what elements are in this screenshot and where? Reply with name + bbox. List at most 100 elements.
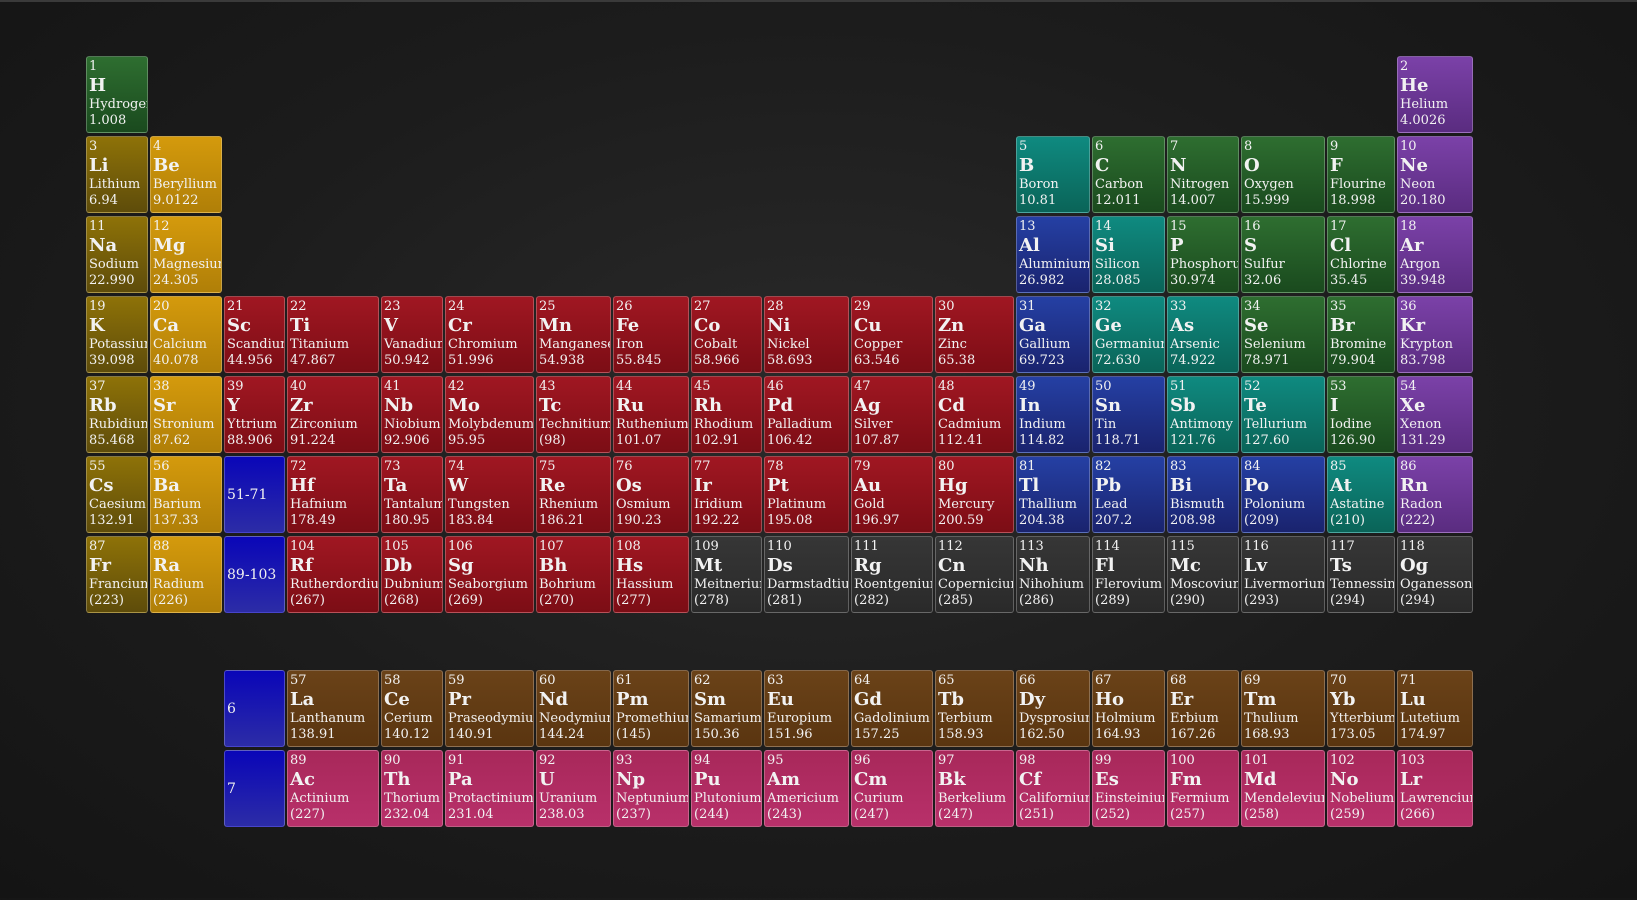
element-boron[interactable]: 5 B Boron 10.81 [1016, 136, 1090, 213]
element-selenium[interactable]: 34 Se Selenium 78.971 [1241, 296, 1325, 373]
element-americium[interactable]: 95 Am Americium (243) [764, 750, 849, 827]
element-plutonium[interactable]: 94 Pu Plutonium (244) [691, 750, 762, 827]
element-nobelium[interactable]: 102 No Nobelium (259) [1327, 750, 1395, 827]
element-arsenic[interactable]: 33 As Arsenic 74.922 [1167, 296, 1239, 373]
element-thallium[interactable]: 81 Tl Thallium 204.38 [1016, 456, 1090, 533]
element-oxygen[interactable]: 8 O Oxygen 15.999 [1241, 136, 1325, 213]
element-phosphorus[interactable]: 15PPhosphorus30.974 [1167, 216, 1239, 293]
element-lead[interactable]: 82 Pb Lead 207.2 [1092, 456, 1165, 533]
element-rutherdordium[interactable]: 104RfRutherdordium(267) [287, 536, 379, 613]
element-seaborgium[interactable]: 106 Sg Seaborgium (269) [445, 536, 534, 613]
element-tungsten[interactable]: 74 W Tungsten 183.84 [445, 456, 534, 533]
element-moscovium[interactable]: 115 Mc Moscovium (290) [1167, 536, 1239, 613]
element-dubnium[interactable]: 105 Db Dubnium (268) [381, 536, 443, 613]
element-lithium[interactable]: 3 Li Lithium 6.94 [86, 136, 148, 213]
element-krypton[interactable]: 36 Kr Krypton 83.798 [1397, 296, 1473, 373]
element-rubidium[interactable]: 37 Rb Rubidium 85.468 [86, 376, 148, 453]
element-chlorine[interactable]: 17 Cl Chlorine 35.45 [1327, 216, 1395, 293]
element-ytterbium[interactable]: 70 Yb Ytterbium 173.05 [1327, 670, 1395, 747]
element-neptunium[interactable]: 93 Np Neptunium (237) [613, 750, 689, 827]
element-aluminium[interactable]: 13 Al Aluminium 26.982 [1016, 216, 1090, 293]
element-gold[interactable]: 79 Au Gold 196.97 [851, 456, 933, 533]
element-lutetium[interactable]: 71 Lu Lutetium 174.97 [1397, 670, 1473, 747]
element-cerium[interactable]: 58 Ce Cerium 140.12 [381, 670, 443, 747]
element-samarium[interactable]: 62 Sm Samarium 150.36 [691, 670, 762, 747]
element-mendelevium[interactable]: 101 Md Mendelevium (258) [1241, 750, 1325, 827]
element-tin[interactable]: 50 Sn Tin 118.71 [1092, 376, 1165, 453]
element-nickel[interactable]: 28 Ni Nickel 58.693 [764, 296, 849, 373]
element-silicon[interactable]: 14 Si Silicon 28.085 [1092, 216, 1165, 293]
element-praseodymium[interactable]: 59PrPraseodymium140.91 [445, 670, 534, 747]
element-neon[interactable]: 10 Ne Neon 20.180 [1397, 136, 1473, 213]
element-niobium[interactable]: 41 Nb Niobium 92.906 [381, 376, 443, 453]
element-zinc[interactable]: 30 Zn Zinc 65.38 [935, 296, 1014, 373]
element-mercury[interactable]: 80 Hg Mercury 200.59 [935, 456, 1014, 533]
element-nitrogen[interactable]: 7 N Nitrogen 14.007 [1167, 136, 1239, 213]
element-cobalt[interactable]: 27 Co Cobalt 58.966 [691, 296, 762, 373]
element-copernicium[interactable]: 112CnCopernicium(285) [935, 536, 1014, 613]
element-caesium[interactable]: 55 Cs Caesium 132.91 [86, 456, 148, 533]
element-lawrencium[interactable]: 103LrLawrencium(266) [1397, 750, 1473, 827]
element-scandium[interactable]: 21ScScandium44.956 [224, 296, 285, 373]
element-molybdenum[interactable]: 42 Mo Molybdenum 95.95 [445, 376, 534, 453]
element-protactinium[interactable]: 91 Pa Protactinium 231.04 [445, 750, 534, 827]
element-uranium[interactable]: 92 U Uranium 238.03 [536, 750, 611, 827]
element-tellurium[interactable]: 52 Te Tellurium 127.60 [1241, 376, 1325, 453]
element-yttrium[interactable]: 39 Y Yttrium 88.906 [224, 376, 285, 453]
element-magnesium[interactable]: 12MgMagnesium24.305 [150, 216, 222, 293]
element-copper[interactable]: 29 Cu Copper 63.546 [851, 296, 933, 373]
element-neodymium[interactable]: 60 Nd Neodymium 144.24 [536, 670, 611, 747]
element-europium[interactable]: 63 Eu Europium 151.96 [764, 670, 849, 747]
element-palladium[interactable]: 46 Pd Palladium 106.42 [764, 376, 849, 453]
element-darmstadtium[interactable]: 110DsDarmstadtium(281) [764, 536, 849, 613]
element-ruthenium[interactable]: 44 Ru Ruthenium 101.07 [613, 376, 689, 453]
element-thorium[interactable]: 90 Th Thorium 232.04 [381, 750, 443, 827]
element-einsteinium[interactable]: 99EsEinsteinium(252) [1092, 750, 1165, 827]
element-roentgenium[interactable]: 111RgRoentgenium(282) [851, 536, 933, 613]
element-zirconium[interactable]: 40 Zr Zirconium 91.224 [287, 376, 379, 453]
element-flerovium[interactable]: 114 Fl Flerovium (289) [1092, 536, 1165, 613]
element-oganesson[interactable]: 118 Og Oganesson (294) [1397, 536, 1473, 613]
element-curium[interactable]: 96 Cm Curium (247) [851, 750, 933, 827]
element-flourine[interactable]: 9 F Flourine 18.998 [1327, 136, 1395, 213]
element-technitium[interactable]: 43 Tc Technitium (98) [536, 376, 611, 453]
element-calcium[interactable]: 20 Ca Calcium 40.078 [150, 296, 222, 373]
element-lanthanum[interactable]: 57 La Lanthanum 138.91 [287, 670, 379, 747]
element-astatine[interactable]: 85 At Astatine (210) [1327, 456, 1395, 533]
element-cadmium[interactable]: 48 Cd Cadmium 112.41 [935, 376, 1014, 453]
element-platinum[interactable]: 78 Pt Platinum 195.08 [764, 456, 849, 533]
element-bohrium[interactable]: 107 Bh Bohrium (270) [536, 536, 611, 613]
element-holmium[interactable]: 67 Ho Holmium 164.93 [1092, 670, 1165, 747]
element-berkelium[interactable]: 97 Bk Berkelium (247) [935, 750, 1014, 827]
element-gallium[interactable]: 31 Ga Gallium 69.723 [1016, 296, 1090, 373]
element-actinium[interactable]: 89 Ac Actinium (227) [287, 750, 379, 827]
element-terbium[interactable]: 65 Tb Terbium 158.93 [935, 670, 1014, 747]
element-hassium[interactable]: 108 Hs Hassium (277) [613, 536, 689, 613]
element-livermorium[interactable]: 116 Lv Livermorium (293) [1241, 536, 1325, 613]
element-francium[interactable]: 87 Fr Francium (223) [86, 536, 148, 613]
element-sodium[interactable]: 11 Na Sodium 22.990 [86, 216, 148, 293]
element-osmium[interactable]: 76 Os Osmium 190.23 [613, 456, 689, 533]
element-meitnerium[interactable]: 109MtMeitnerium(278) [691, 536, 762, 613]
element-bromine[interactable]: 35 Br Bromine 79.904 [1327, 296, 1395, 373]
element-polonium[interactable]: 84 Po Polonium (209) [1241, 456, 1325, 533]
element-rhodium[interactable]: 45 Rh Rhodium 102.91 [691, 376, 762, 453]
element-carbon[interactable]: 6 C Carbon 12.011 [1092, 136, 1165, 213]
element-xenon[interactable]: 54 Xe Xenon 131.29 [1397, 376, 1473, 453]
element-beryllium[interactable]: 4 Be Beryllium 9.0122 [150, 136, 222, 213]
element-gadolinium[interactable]: 64 Gd Gadolinium 157.25 [851, 670, 933, 747]
element-tennessine[interactable]: 117TsTennessine(294) [1327, 536, 1395, 613]
element-erbium[interactable]: 68 Er Erbium 167.26 [1167, 670, 1239, 747]
element-hydrogen[interactable]: 1 H Hydrogen 1.008 [86, 56, 148, 133]
element-californium[interactable]: 98 Cf Californium (251) [1016, 750, 1090, 827]
element-radium[interactable]: 88 Ra Radium (226) [150, 536, 222, 613]
element-iron[interactable]: 26 Fe Iron 55.845 [613, 296, 689, 373]
element-silver[interactable]: 47 Ag Silver 107.87 [851, 376, 933, 453]
element-bismuth[interactable]: 83 Bi Bismuth 208.98 [1167, 456, 1239, 533]
element-chromium[interactable]: 24 Cr Chromium 51.996 [445, 296, 534, 373]
element-germanium[interactable]: 32 Ge Germanium 72.630 [1092, 296, 1165, 373]
element-manganese[interactable]: 25 Mn Manganese 54.938 [536, 296, 611, 373]
element-barium[interactable]: 56 Ba Barium 137.33 [150, 456, 222, 533]
element-nihohium[interactable]: 113 Nh Nihohium (286) [1016, 536, 1090, 613]
element-vanadium[interactable]: 23 V Vanadium 50.942 [381, 296, 443, 373]
